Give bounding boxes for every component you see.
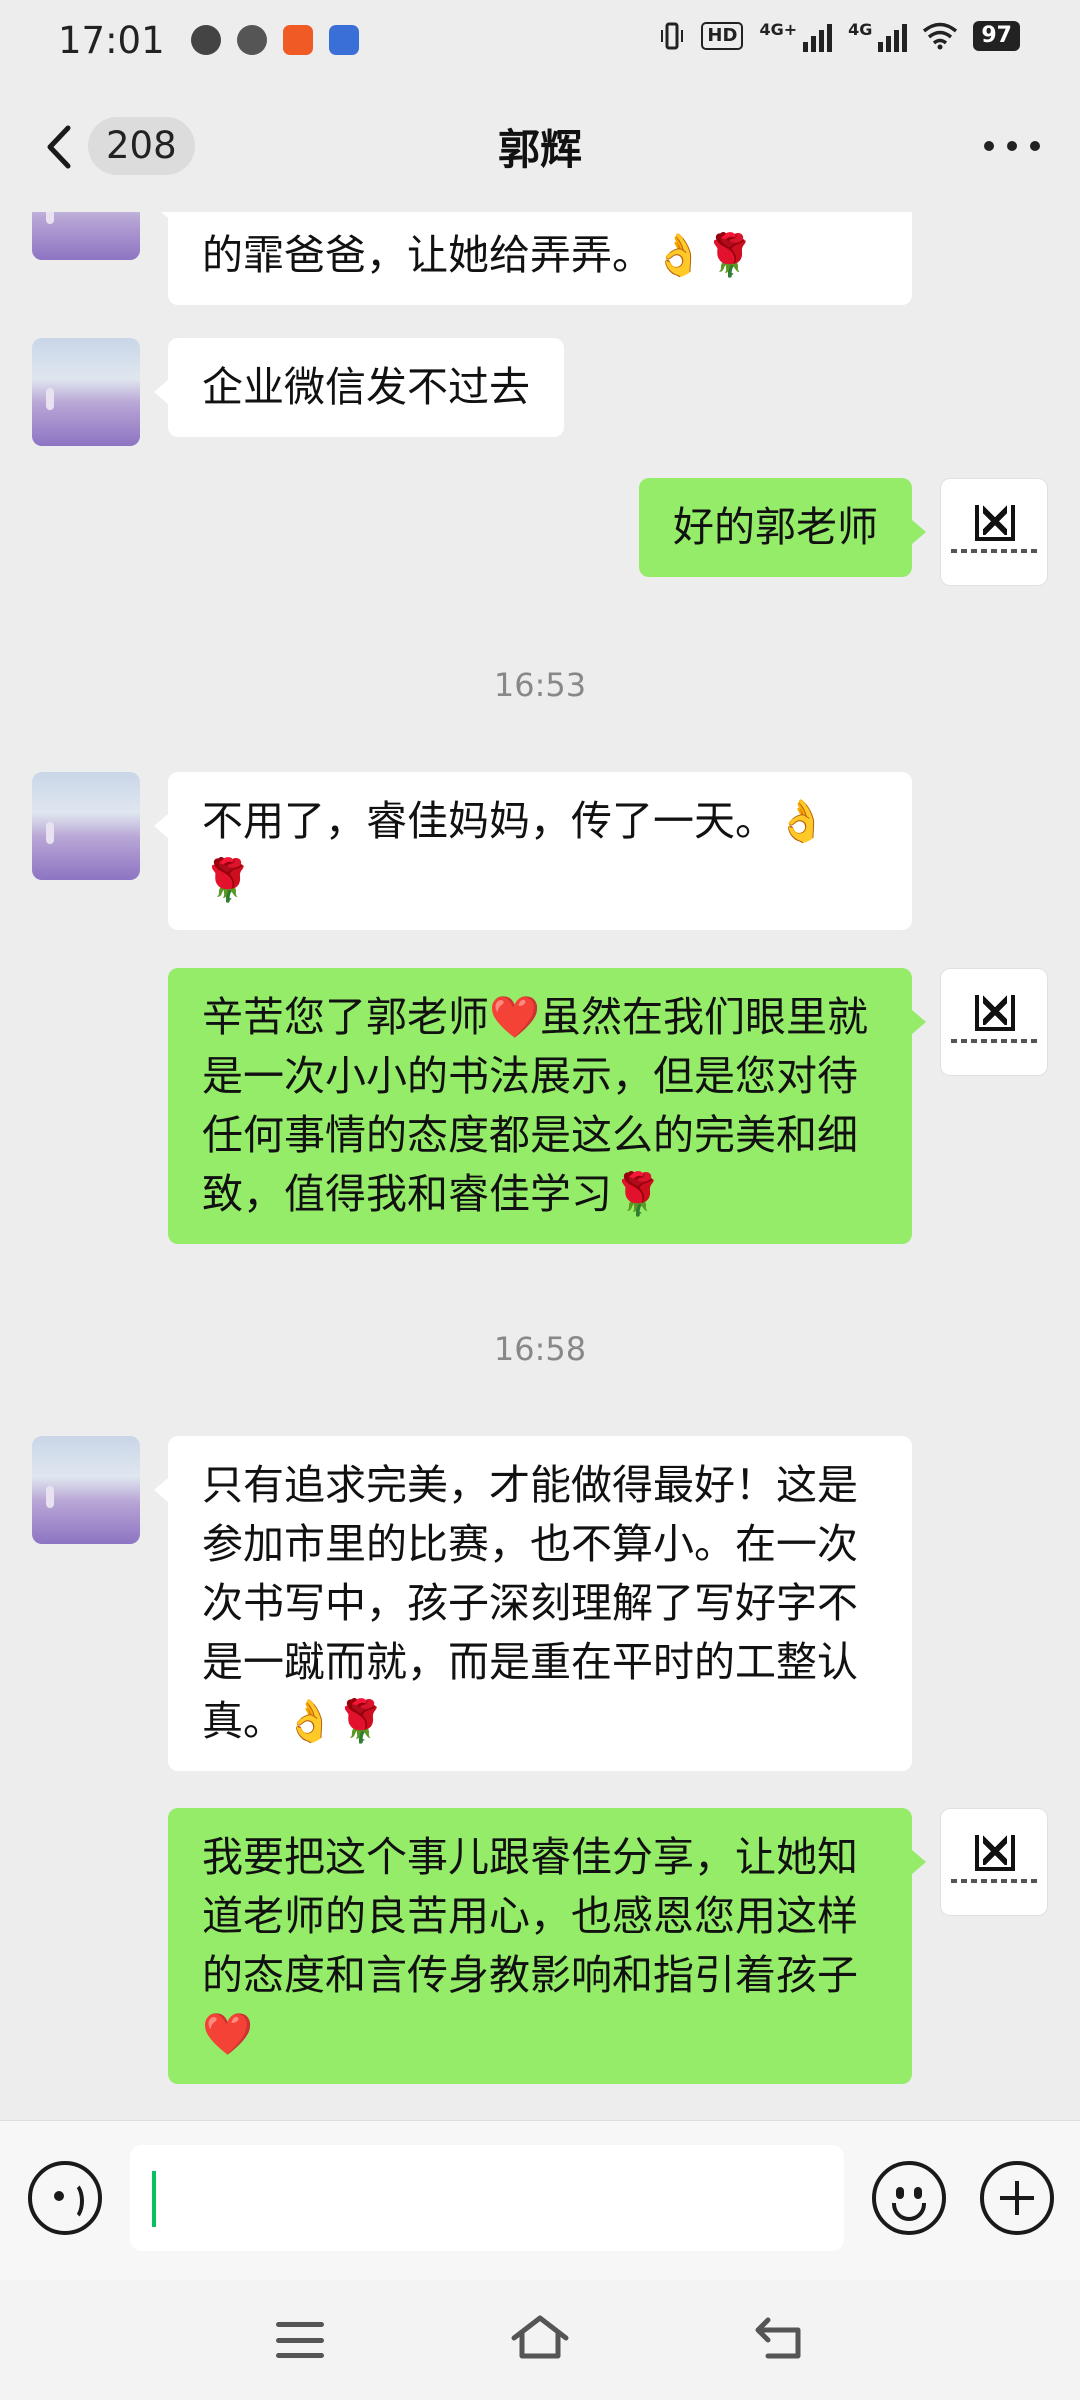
wifi-icon: [923, 22, 958, 50]
hd-icon: HD: [701, 22, 744, 50]
message-timestamp: 16:53: [493, 666, 587, 704]
message-text: 的霏爸爸，让她给弄弄。👌🌹: [202, 231, 756, 279]
message-bubble[interactable]: 好的郭老师: [639, 478, 926, 577]
message-text: 我要把这个事儿跟睿佳分享，让她知道老师的良苦用心，也感恩您用这样的态度和言传身教…: [202, 1833, 858, 2058]
voice-icon[interactable]: [28, 2161, 102, 2235]
message-text: 辛苦您了郭老师❤️虽然在我们眼里就是一次小小的书法展示，但是您对待任何事情的态度…: [202, 993, 869, 1218]
battery-indicator: 97: [973, 21, 1020, 51]
message-bubble[interactable]: 辛苦您了郭老师❤️虽然在我们眼里就是一次小小的书法展示，但是您对待任何事情的态度…: [168, 968, 926, 1244]
message-text: 只有追求完美，才能做得最好！这是参加市里的比赛，也不算小。在一次次书写中，孩子深…: [202, 1461, 858, 1745]
contact-avatar[interactable]: [32, 772, 140, 880]
status-time: 17:01: [58, 18, 165, 62]
wechat-notification-icon: [236, 25, 267, 55]
status-indicators: HD 4G+ 4G 97: [659, 20, 1020, 52]
message-timestamp: 16:58: [493, 1330, 587, 1368]
message-bubble[interactable]: 我要把这个事儿跟睿佳分享，让她知道老师的良苦用心，也感恩您用这样的态度和言传身教…: [168, 1808, 926, 2084]
contact-avatar[interactable]: [32, 338, 140, 446]
chat-title: 郭辉: [497, 125, 582, 174]
message-input[interactable]: [130, 2145, 844, 2251]
message-bubble[interactable]: 的霏爸爸，让她给弄弄。👌🌹: [154, 212, 912, 305]
status-bar: 17:01 HD 4G+ 4G 97: [0, 0, 1080, 80]
video-app-notification-icon: [282, 25, 313, 55]
emoji-icon[interactable]: [872, 2161, 946, 2235]
back-icon[interactable]: [754, 2314, 806, 2362]
signal-icon-2: 4G: [848, 20, 908, 52]
message-text: 好的郭老师: [673, 503, 878, 551]
message-text: 企业微信发不过去: [202, 363, 530, 411]
message-bubble[interactable]: 只有追求完美，才能做得最好！这是参加市里的比赛，也不算小。在一次次书写中，孩子深…: [154, 1436, 912, 1771]
message-bubble[interactable]: 企业微信发不过去: [154, 338, 564, 437]
message-text: 不用了，睿佳妈妈，传了一天。👌🌹: [202, 797, 828, 904]
my-avatar[interactable]: [940, 1808, 1048, 1916]
menu-icon[interactable]: [276, 2322, 324, 2358]
message-bubble[interactable]: 不用了，睿佳妈妈，传了一天。👌🌹: [154, 772, 912, 930]
app-notification-icon: [190, 25, 221, 55]
my-avatar[interactable]: [940, 478, 1048, 586]
plus-icon[interactable]: [980, 2161, 1054, 2235]
input-bar: [0, 2120, 1080, 2280]
more-icon[interactable]: [984, 134, 1040, 158]
vibrate-icon: [661, 22, 684, 50]
contact-avatar[interactable]: [32, 212, 140, 260]
contact-avatar[interactable]: [32, 1436, 140, 1544]
message-list[interactable]: 的霏爸爸，让她给弄弄。👌🌹 企业微信发不过去 好的郭老师 16:53 不用了，睿…: [0, 212, 1080, 2120]
signal-icon-1: 4G+: [759, 20, 833, 52]
text-caret: [152, 2171, 156, 2227]
home-icon[interactable]: [510, 2312, 570, 2362]
my-avatar[interactable]: [940, 968, 1048, 1076]
chat-header: 208 郭辉: [0, 80, 1080, 212]
baidu-notification-icon: [328, 25, 359, 55]
system-navigation-bar: [0, 2280, 1080, 2400]
